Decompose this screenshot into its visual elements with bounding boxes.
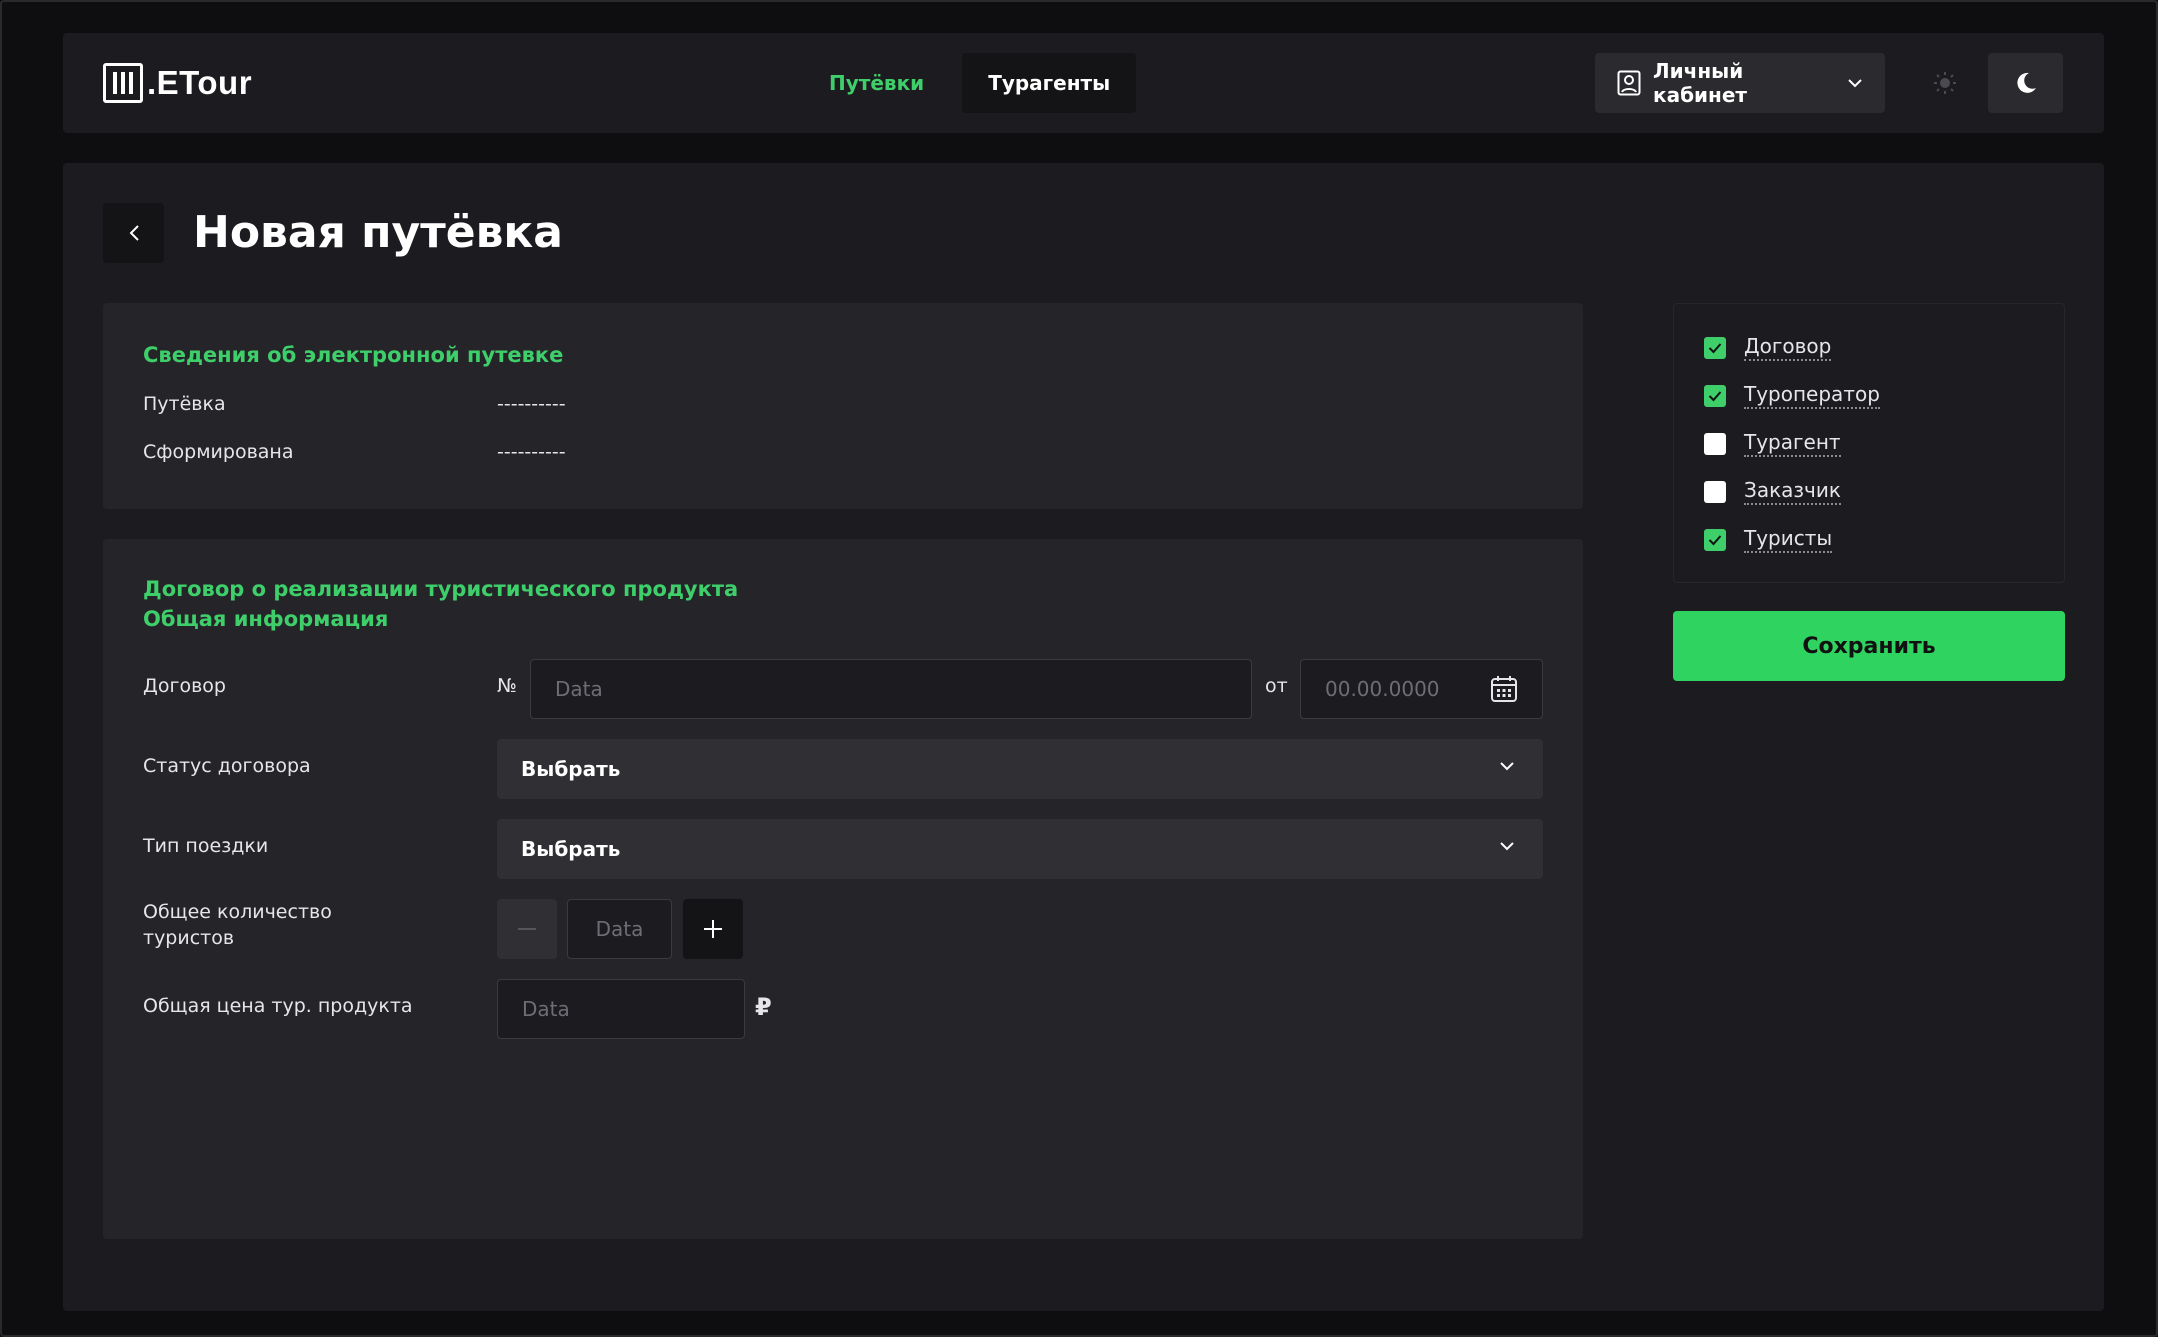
voucher-info-title: Сведения об электронной путевке	[143, 343, 564, 367]
total-price-input[interactable]: Data	[497, 979, 745, 1039]
top-bar: .ETour Путёвки Турагенты Личный кабинет	[63, 33, 2104, 133]
section-customer[interactable]: Заказчик	[1704, 478, 1841, 505]
chevron-down-icon	[1848, 79, 1862, 88]
dark-mode-button[interactable]	[1988, 53, 2063, 113]
contract-date-placeholder: 00.00.0000	[1325, 677, 1440, 701]
moon-icon	[2016, 72, 2036, 93]
tourists-count-input[interactable]: Data	[567, 899, 672, 959]
trip-type-label: Тип поездки	[143, 835, 269, 857]
section-label: Договор	[1744, 334, 1832, 361]
section-label: Заказчик	[1744, 478, 1841, 505]
plus-icon	[704, 920, 722, 938]
contract-status-value: Выбрать	[521, 757, 621, 781]
voucher-value: ----------	[497, 393, 566, 415]
nav-item-agents[interactable]: Турагенты	[962, 53, 1137, 113]
nav-item-vouchers[interactable]: Путёвки	[803, 53, 950, 113]
main-nav: Путёвки Турагенты	[803, 53, 1137, 113]
save-button[interactable]: Сохранить	[1673, 611, 2065, 681]
chevron-left-icon	[129, 225, 139, 241]
voucher-label: Путёвка	[143, 393, 226, 415]
check-icon	[1708, 534, 1722, 545]
section-label: Турагент	[1744, 430, 1841, 457]
tourists-count-label-line2: туристов	[143, 927, 235, 949]
trip-type-value: Выбрать	[521, 837, 621, 861]
check-icon	[1708, 390, 1722, 401]
voucher-info-card: Сведения об электронной путевке Путёвка …	[103, 303, 1583, 509]
logo-text: .ETour	[147, 64, 253, 101]
sun-icon[interactable]	[1931, 69, 1959, 97]
account-label: Личный кабинет	[1653, 59, 1748, 107]
currency-sign: ₽	[755, 993, 772, 1021]
trip-type-select[interactable]: Выбрать	[497, 819, 1543, 879]
contract-status-label: Статус договора	[143, 755, 311, 777]
contract-status-select[interactable]: Выбрать	[497, 739, 1543, 799]
chevron-down-icon	[1500, 842, 1514, 851]
calendar-icon[interactable]	[1490, 675, 1518, 703]
back-button[interactable]	[103, 203, 164, 263]
checkbox-checked[interactable]	[1704, 528, 1726, 551]
contract-card-title: Договор о реализации туристического прод…	[143, 577, 739, 601]
logo-icon	[103, 63, 143, 103]
section-tour-operator[interactable]: Туроператор	[1704, 382, 1880, 409]
section-contract[interactable]: Договор	[1704, 334, 1832, 361]
section-travel-agent[interactable]: Турагент	[1704, 430, 1841, 457]
contract-label: Договор	[143, 675, 226, 697]
logo[interactable]: .ETour	[103, 61, 252, 105]
checkbox-checked[interactable]	[1704, 336, 1726, 359]
main-panel: Новая путёвка Сведения об электронной пу…	[63, 163, 2104, 1311]
increment-button[interactable]	[683, 899, 743, 959]
page-title: Новая путёвка	[193, 207, 563, 258]
section-label: Туроператор	[1744, 382, 1880, 409]
contract-card: Договор о реализации туристического прод…	[103, 539, 1583, 1239]
account-menu-button[interactable]: Личный кабинет	[1595, 53, 1885, 113]
checkbox-unchecked[interactable]	[1704, 480, 1726, 503]
sections-checklist: Договор Туроператор Турагент Заказчик Ту…	[1673, 303, 2065, 583]
app-window: .ETour Путёвки Турагенты Личный кабинет	[0, 0, 2158, 1337]
check-icon	[1708, 342, 1722, 353]
tourists-count-label-line1: Общее количество	[143, 901, 332, 923]
section-tourists[interactable]: Туристы	[1704, 526, 1833, 553]
number-sign: №	[497, 675, 517, 697]
minus-icon	[518, 928, 536, 930]
decrement-button[interactable]	[497, 899, 557, 959]
chevron-down-icon	[1500, 762, 1514, 771]
total-price-label: Общая цена тур. продукта	[143, 995, 413, 1017]
contract-number-input[interactable]: Data	[530, 659, 1252, 719]
section-label: Туристы	[1744, 526, 1833, 553]
user-icon	[1617, 70, 1641, 96]
contract-date-input[interactable]: 00.00.0000	[1300, 659, 1543, 719]
date-prefix: от	[1265, 675, 1288, 697]
formed-value: ----------	[497, 441, 566, 463]
contract-card-subtitle: Общая информация	[143, 607, 389, 631]
checkbox-checked[interactable]	[1704, 384, 1726, 407]
formed-label: Сформирована	[143, 441, 294, 463]
checkbox-unchecked[interactable]	[1704, 432, 1726, 455]
